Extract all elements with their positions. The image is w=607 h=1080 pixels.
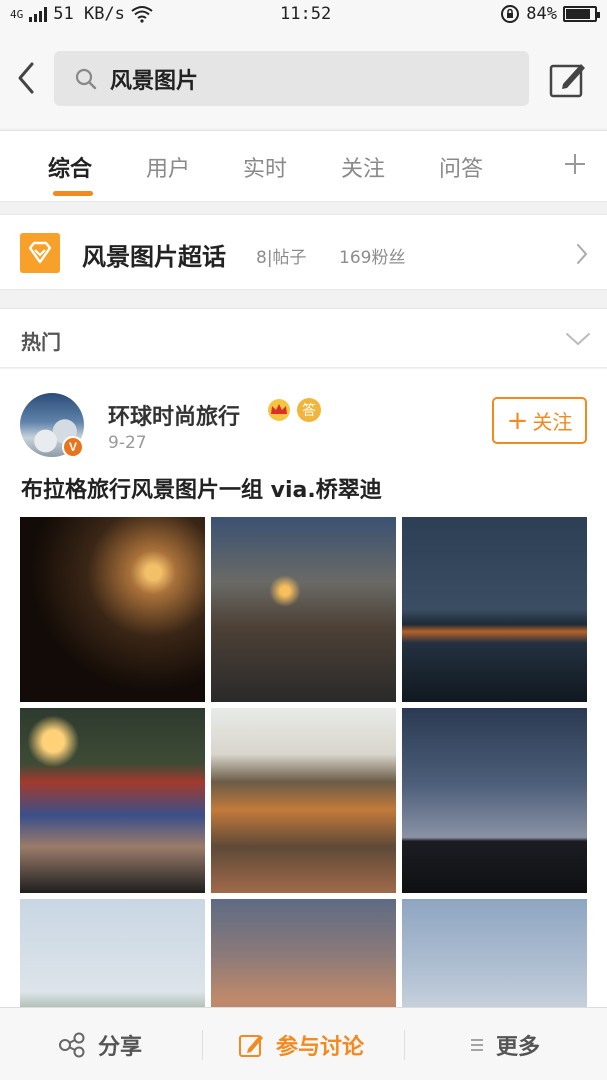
photo-thumbnail[interactable] [402, 899, 587, 1009]
battery-fill [566, 9, 590, 19]
tab-bar: 综合 用户 实时 关注 问答 [0, 130, 607, 202]
battery-percent: 84% [526, 4, 557, 24]
menu-icon [471, 1038, 483, 1051]
tab-following[interactable]: 关注 [341, 151, 385, 183]
photo-thumbnail[interactable] [20, 517, 205, 702]
share-label: 分享 [98, 1034, 143, 1060]
photo-thumbnail[interactable] [20, 899, 205, 1009]
wifi-icon [131, 6, 153, 23]
follow-label: 关注 [532, 410, 573, 434]
super-topic-diamond-icon [20, 233, 60, 273]
author-name[interactable]: 环球时尚旅行 [108, 399, 240, 431]
share-icon [59, 1032, 85, 1057]
signal-icon [29, 6, 48, 22]
follow-button[interactable]: + 关注 [492, 397, 587, 444]
tab-qa[interactable]: 问答 [439, 151, 483, 183]
status-right: 84% [500, 4, 600, 24]
discuss-label: 参与讨论 [276, 1034, 365, 1060]
search-input[interactable]: 风景图片 [54, 51, 529, 106]
search-header: 风景图片 [0, 30, 607, 128]
network-type: 4G [10, 7, 24, 21]
answer-medal-icon: 答 [297, 398, 321, 422]
bottom-action-bar: 分享 参与讨论 更多 [0, 1007, 607, 1080]
edit-icon[interactable] [549, 60, 587, 98]
active-tab-indicator [53, 191, 93, 196]
tab-comprehensive[interactable]: 综合 [48, 151, 92, 183]
clock: 11:52 [280, 4, 332, 24]
battery-icon [563, 6, 600, 22]
more-label: 更多 [496, 1034, 541, 1060]
divider [202, 1030, 203, 1060]
discuss-button[interactable]: 参与讨论 [238, 1008, 364, 1080]
photo-thumbnail[interactable] [402, 517, 587, 702]
super-topic-posts: 8|帖子 [256, 248, 307, 268]
network-speed: 51 KB/s [53, 4, 125, 24]
tab-users[interactable]: 用户 [146, 151, 190, 183]
verified-badge-icon: V [62, 436, 84, 458]
divider [404, 1030, 405, 1060]
chevron-left-icon[interactable] [12, 58, 42, 98]
post-text: 布拉格旅行风景图片一组 via.桥翠迪 [21, 478, 382, 503]
crown-icon [268, 399, 290, 421]
super-topic-row[interactable]: 风景图片超话 8|帖子 169粉丝 [0, 214, 607, 290]
photo-thumbnail[interactable] [211, 708, 396, 893]
photo-thumbnail[interactable] [20, 708, 205, 893]
photo-thumbnail[interactable] [211, 517, 396, 702]
hot-label: 热门 [21, 330, 61, 354]
plus-icon: + [506, 405, 529, 436]
tab-realtime[interactable]: 实时 [243, 151, 287, 183]
super-topic-title: 风景图片超话 [82, 243, 226, 271]
photo-thumbnail[interactable] [402, 708, 587, 893]
status-bar: 4G 51 KB/s 11:52 84% [0, 0, 607, 30]
search-icon [75, 68, 97, 89]
plus-icon[interactable] [563, 152, 587, 176]
chevron-right-icon [577, 244, 588, 264]
photo-thumbnail[interactable] [211, 899, 396, 1009]
rotation-lock-icon [501, 5, 520, 23]
chevron-down-icon [566, 333, 590, 346]
share-button[interactable]: 分享 [58, 1008, 142, 1080]
super-topic-fans: 169粉丝 [339, 248, 406, 268]
compose-icon [239, 1034, 263, 1057]
search-query: 风景图片 [110, 68, 199, 94]
post-time: 9-27 [108, 433, 147, 453]
hot-section-header[interactable]: 热门 [0, 308, 607, 368]
status-left: 4G 51 KB/s [10, 4, 153, 24]
post-card: V 环球时尚旅行 答 9-27 + 关注 布拉格旅行风景图片一组 via.桥翠迪 [0, 369, 607, 1009]
more-button[interactable]: 更多 [470, 1008, 540, 1080]
